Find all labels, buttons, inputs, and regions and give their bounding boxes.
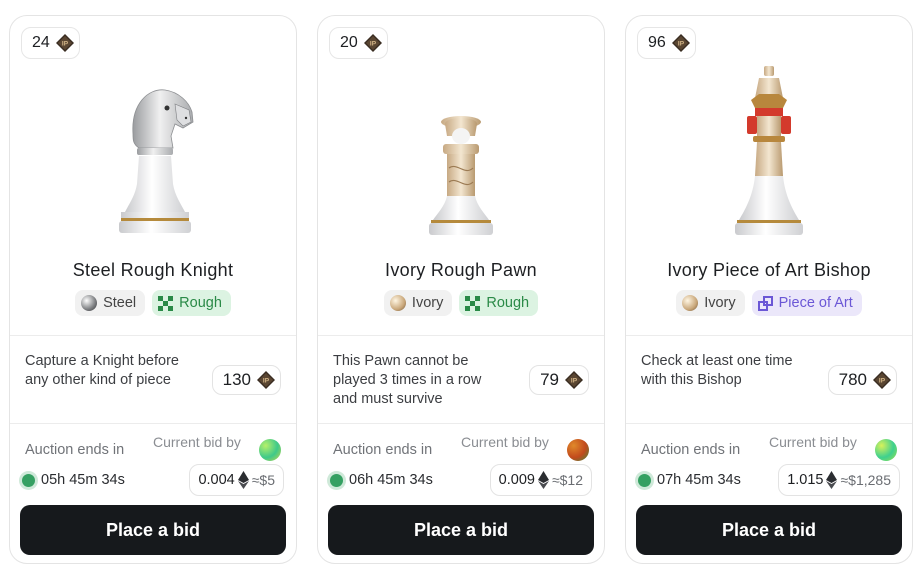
rank-badge: 96 (637, 27, 696, 59)
rank-value: 24 (32, 34, 50, 51)
divider (10, 423, 296, 424)
bidder-avatar[interactable] (259, 439, 281, 461)
ip-token-icon (363, 33, 383, 53)
ivory-sphere-icon (682, 295, 699, 311)
material-tag: Ivory (383, 290, 453, 316)
bid-amount: 0.004 (198, 472, 235, 488)
bid-usd: ≈$12 (551, 472, 583, 488)
auction-label: Auction ends in (333, 442, 433, 458)
current-bid-label: Current bid by (461, 434, 549, 450)
ethereum-icon (238, 471, 249, 489)
timer-value: 07h 45m 34s (657, 472, 741, 488)
divider (318, 423, 604, 424)
material-tag: Steel (75, 290, 146, 316)
tag-row: Steel Rough (10, 290, 296, 316)
ip-token-icon (55, 33, 75, 53)
bidder-avatar[interactable] (875, 439, 897, 461)
puzzle-icon (757, 295, 773, 311)
place-bid-button[interactable]: Place a bid (328, 505, 594, 555)
rank-value: 96 (648, 34, 666, 51)
ip-token-icon (256, 370, 276, 390)
quality-label: Piece of Art (778, 295, 853, 311)
reward-badge: 79 (529, 365, 589, 395)
timer-value: 06h 45m 34s (349, 472, 433, 488)
tag-row: Ivory Piece of Art (626, 290, 912, 316)
reward-value: 130 (222, 370, 251, 389)
divider (10, 335, 296, 336)
live-dot-icon (22, 473, 35, 487)
material-label: Ivory (704, 295, 736, 311)
rank-badge: 20 (329, 27, 388, 59)
ip-token-icon (872, 370, 892, 390)
material-label: Ivory (411, 295, 444, 311)
reward-value: 79 (540, 370, 559, 389)
material-tag: Ivory (676, 290, 745, 316)
auction-timer: 07h 45m 34s (638, 472, 741, 488)
quest-text: Capture a Knight before any other kind o… (25, 353, 179, 388)
reward-value: 780 (838, 370, 867, 389)
place-bid-button[interactable]: Place a bid (20, 505, 286, 555)
auction-label: Auction ends in (641, 442, 741, 458)
current-bid-box: 0.004 ≈$5 (189, 464, 284, 496)
nft-card-steel-knight[interactable]: 24 Steel Rough Knight Steel Rough Captur… (9, 15, 297, 564)
rank-value: 20 (340, 34, 358, 51)
auction-timer: 06h 45m 34s (330, 472, 433, 488)
piece-name: Ivory Piece of Art Bishop (667, 260, 871, 280)
live-dot-icon (330, 473, 343, 487)
bishop-piece-image (626, 64, 912, 242)
quality-tag: Rough (459, 290, 539, 316)
quest-text: This Pawn cannot be played 3 times in a … (333, 353, 482, 407)
checker-icon (158, 295, 174, 311)
current-bid-label: Current bid by (153, 434, 241, 450)
auction-label: Auction ends in (25, 442, 125, 458)
live-dot-icon (638, 473, 651, 487)
quality-tag: Piece of Art (751, 290, 862, 316)
quest-text: Check at least one time with this Bishop (641, 353, 793, 388)
bid-usd: ≈$5 (251, 472, 275, 488)
nft-card-ivory-bishop[interactable]: 96 Ivory Piece of Art Bishop Ivory Piece… (625, 15, 913, 564)
current-bid-box: 1.015 ≈$1,285 (778, 464, 900, 496)
nft-card-ivory-pawn[interactable]: 20 Ivory Rough Pawn Ivory Rough This Paw… (317, 15, 605, 564)
auction-timer: 05h 45m 34s (22, 472, 125, 488)
knight-piece-image (10, 64, 296, 242)
ip-token-icon (564, 370, 584, 390)
divider (626, 423, 912, 424)
tag-row: Ivory Rough (318, 290, 604, 316)
divider (318, 335, 604, 336)
ip-token-icon (671, 33, 691, 53)
bidder-avatar[interactable] (567, 439, 589, 461)
reward-badge: 130 (211, 365, 281, 395)
bid-amount: 1.015 (787, 472, 824, 488)
piece-name: Steel Rough Knight (72, 260, 234, 280)
timer-value: 05h 45m 34s (41, 472, 125, 488)
ethereum-icon (538, 471, 549, 489)
checker-icon (465, 295, 481, 311)
reward-badge: 780 (827, 365, 897, 395)
rank-badge: 24 (21, 27, 80, 59)
bid-amount: 0.009 (498, 472, 535, 488)
pawn-piece-image (318, 64, 604, 242)
ethereum-icon (826, 471, 837, 489)
current-bid-box: 0.009 ≈$12 (489, 464, 592, 496)
quality-label: Rough (486, 295, 530, 311)
steel-sphere-icon (81, 295, 98, 311)
place-bid-button[interactable]: Place a bid (636, 505, 902, 555)
piece-name: Ivory Rough Pawn (385, 260, 537, 280)
quality-tag: Rough (152, 290, 231, 316)
divider (626, 335, 912, 336)
quality-label: Rough (179, 295, 222, 311)
current-bid-label: Current bid by (769, 434, 857, 450)
material-label: Steel (103, 295, 137, 311)
ivory-sphere-icon (389, 295, 406, 311)
bid-usd: ≈$1,285 (840, 472, 891, 488)
